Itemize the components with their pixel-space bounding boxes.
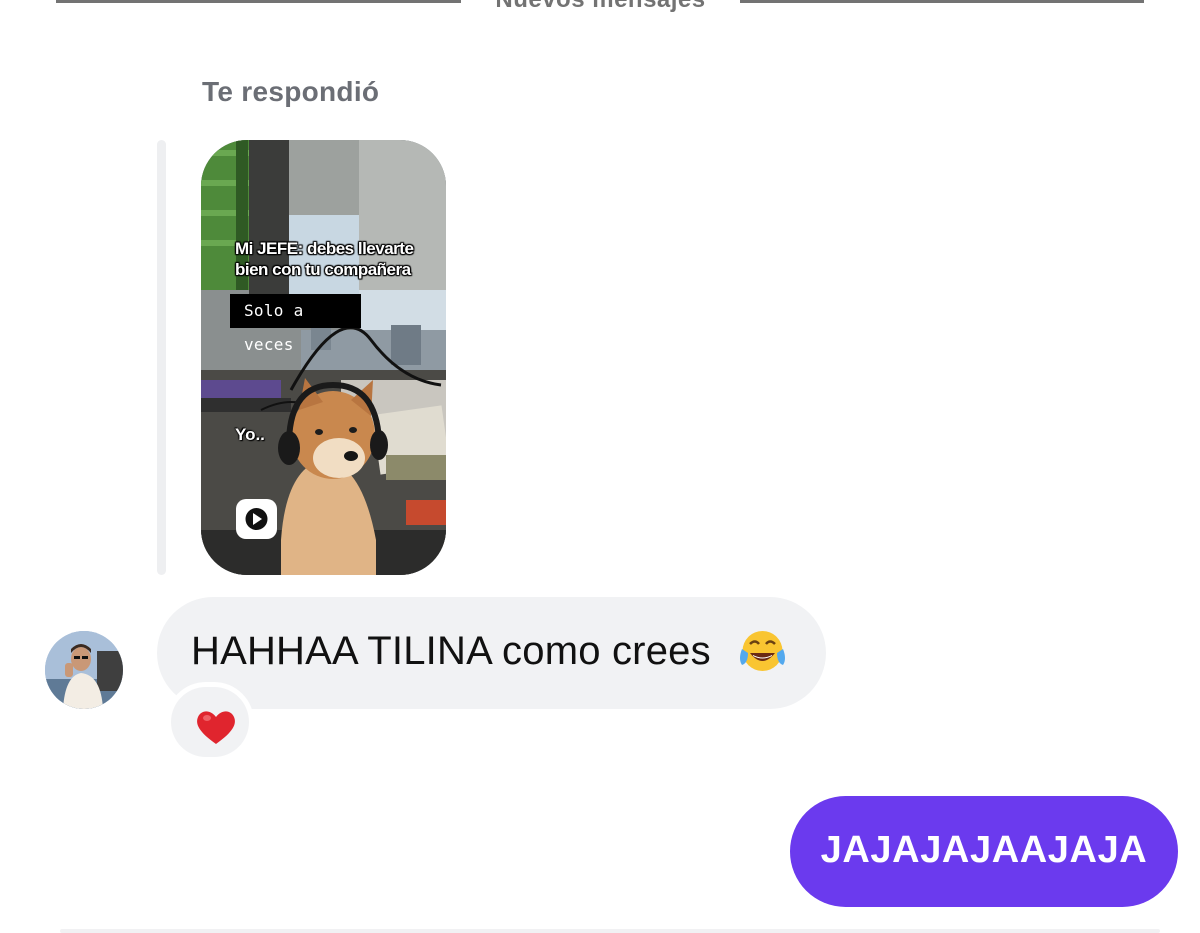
incoming-message-bubble[interactable]: HAHHAA TILINA como crees [157, 597, 826, 709]
play-icon [245, 508, 268, 530]
composer-top-border [60, 929, 1160, 933]
outgoing-message-bubble[interactable]: JAJAJAJAAJAJA [790, 796, 1178, 907]
new-messages-divider-label: Nuevos mensajes [461, 0, 740, 14]
reel-caption-line-2: bien con tu compañera [235, 260, 411, 279]
outgoing-message-text: JAJAJAJAAJAJA [820, 829, 1148, 871]
avatar-photo [45, 631, 123, 709]
play-button[interactable] [236, 499, 277, 539]
new-messages-divider-left [56, 0, 461, 3]
reel-yo-text: Yo.. [235, 425, 265, 444]
avatar[interactable] [45, 631, 123, 709]
new-messages-divider-right [740, 0, 1144, 3]
reply-label: Te respondió [202, 76, 380, 107]
reel-overlay-text: Solo a veces [230, 294, 361, 354]
reply-quote-bar [157, 140, 166, 575]
chat-thread: Nuevos mensajes Te respondió [0, 0, 1200, 933]
message-reaction[interactable] [166, 682, 254, 762]
shared-reel-thumbnail[interactable]: Mi JEFE: debes llevarte bien con tu comp… [201, 140, 446, 575]
reel-caption-line-1: Mi JEFE: debes llevarte [235, 239, 414, 258]
red-heart-icon [197, 711, 235, 744]
reel-caption: Mi JEFE: debes llevarte bien con tu comp… [235, 238, 414, 280]
face-with-tears-of-joy-icon [740, 631, 785, 671]
incoming-message-text: HAHHAA TILINA como crees [191, 629, 711, 673]
